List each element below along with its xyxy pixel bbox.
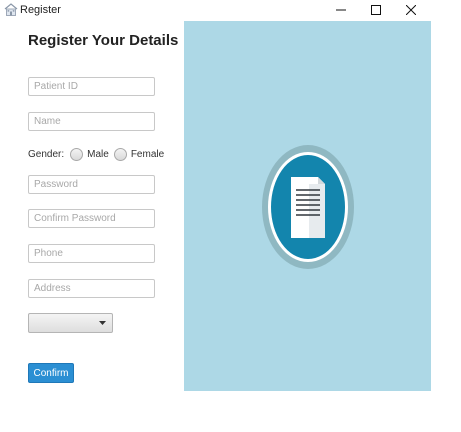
confirm-button[interactable]: Confirm xyxy=(28,363,74,383)
gender-label: Gender: xyxy=(28,148,65,160)
address-input[interactable] xyxy=(28,279,155,298)
combo-box[interactable] xyxy=(28,313,113,333)
maximize-icon xyxy=(371,5,381,15)
name-input[interactable] xyxy=(28,112,155,131)
close-icon xyxy=(406,5,416,15)
minimize-icon xyxy=(336,9,346,11)
male-radio-label[interactable]: Male xyxy=(87,149,109,160)
form-heading: Register Your Details xyxy=(28,32,179,49)
phone-input[interactable] xyxy=(28,244,155,263)
maximize-button[interactable] xyxy=(359,0,393,20)
confirm-password-input[interactable] xyxy=(28,209,155,228)
chevron-down-icon xyxy=(99,321,106,325)
gender-group: Gender: Male Female xyxy=(28,146,169,162)
minimize-button[interactable] xyxy=(324,0,358,20)
female-radio-label[interactable]: Female xyxy=(131,149,164,160)
window-title: Register xyxy=(20,4,61,16)
patient-id-input[interactable] xyxy=(28,77,155,96)
hospital-icon xyxy=(4,3,18,16)
document-icon xyxy=(262,145,354,269)
password-input[interactable] xyxy=(28,175,155,194)
side-panel xyxy=(184,21,431,391)
male-radio[interactable] xyxy=(70,147,84,161)
title-bar: Register xyxy=(0,0,461,20)
close-button[interactable] xyxy=(394,0,428,20)
female-radio[interactable] xyxy=(113,147,127,161)
